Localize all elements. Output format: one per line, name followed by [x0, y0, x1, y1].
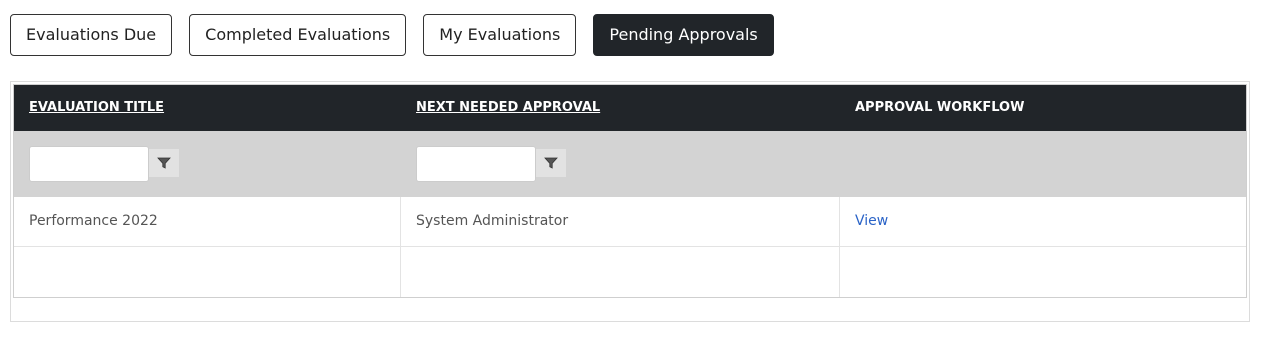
evaluation-tabs: Evaluations Due Completed Evaluations My… [10, 14, 791, 56]
filter-input-evaluation-title[interactable] [29, 146, 149, 182]
cell-evaluation-title: Performance 2022 [14, 197, 401, 246]
grid-header-row: EVALUATION TITLE NEXT NEEDED APPROVAL AP… [14, 85, 1246, 131]
pending-approvals-grid: EVALUATION TITLE NEXT NEEDED APPROVAL AP… [13, 84, 1247, 298]
tab-pending-approvals[interactable]: Pending Approvals [593, 14, 774, 56]
pending-approvals-grid-container: EVALUATION TITLE NEXT NEEDED APPROVAL AP… [10, 81, 1250, 322]
filter-button-next-needed-approval[interactable] [536, 149, 566, 177]
cell-next-needed-approval: System Administrator [401, 197, 840, 246]
tab-my-evaluations[interactable]: My Evaluations [423, 14, 577, 56]
tab-evaluations-due[interactable]: Evaluations Due [10, 14, 173, 56]
sort-link-next-needed-approval[interactable]: NEXT NEEDED APPROVAL [416, 100, 600, 115]
filter-input-next-needed-approval[interactable] [416, 146, 536, 182]
tab-completed-evaluations[interactable]: Completed Evaluations [189, 14, 407, 56]
sort-link-evaluation-title[interactable]: EVALUATION TITLE [29, 100, 164, 115]
grid-filter-row [14, 131, 1246, 197]
filter-cell-evaluation-title [14, 131, 401, 197]
filter-icon [157, 157, 171, 169]
column-header-next-needed-approval[interactable]: NEXT NEEDED APPROVAL [401, 85, 840, 131]
filter-icon [544, 157, 558, 169]
column-header-approval-workflow: APPROVAL WORKFLOW [855, 100, 1025, 115]
table-row: Performance 2022 System Administrator Vi… [14, 197, 1246, 247]
filter-cell-approval-workflow [840, 131, 1246, 197]
empty-cell [840, 247, 1246, 297]
filter-button-evaluation-title[interactable] [149, 149, 179, 177]
empty-cell [14, 247, 401, 297]
view-workflow-link[interactable]: View [855, 213, 888, 229]
empty-table-row [14, 247, 1246, 297]
filter-cell-next-needed-approval [401, 131, 840, 197]
cell-approval-workflow: View [840, 197, 1246, 246]
column-header-evaluation-title[interactable]: EVALUATION TITLE [14, 85, 401, 131]
empty-cell [401, 247, 840, 297]
